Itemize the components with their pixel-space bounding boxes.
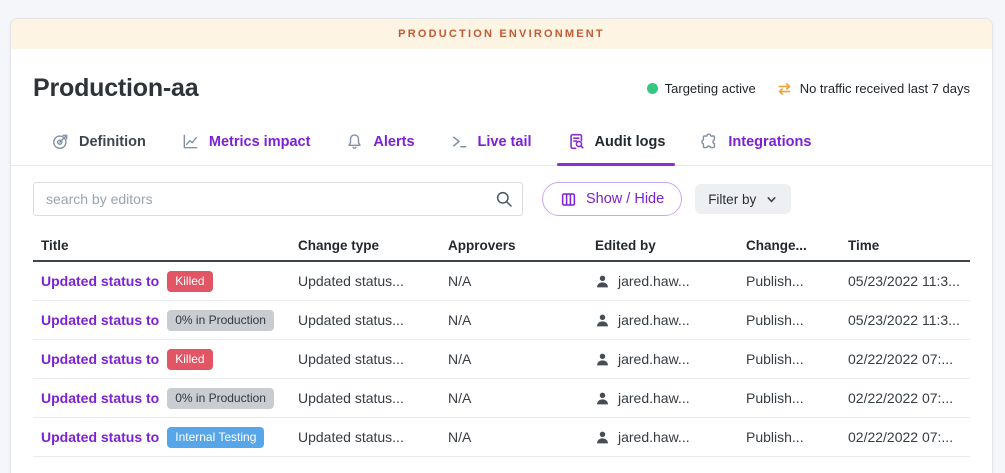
tab-alerts[interactable]: Alerts xyxy=(335,130,424,165)
table-row: Updated status to Killed Updated status.… xyxy=(33,262,970,301)
document-search-icon xyxy=(567,132,586,151)
edited-by-cell: jared.haw... xyxy=(595,429,746,445)
column-header-time: Time xyxy=(848,238,970,253)
row-title-link[interactable]: Updated status to xyxy=(41,390,159,406)
status-badge: Internal Testing xyxy=(167,427,264,448)
target-icon xyxy=(51,132,70,151)
approvers-cell: N/A xyxy=(448,351,595,367)
change-cell: Publish... xyxy=(746,312,848,328)
time-cell: 02/22/2022 07:... xyxy=(848,429,970,445)
tab-definition[interactable]: Definition xyxy=(41,130,156,165)
terminal-icon xyxy=(450,132,469,151)
table-header-row: Title Change type Approvers Edited by Ch… xyxy=(33,230,970,262)
edited-by-cell: jared.haw... xyxy=(595,351,746,367)
bell-icon xyxy=(345,132,364,151)
environment-card: PRODUCTION ENVIRONMENT Production-aa Tar… xyxy=(10,18,993,473)
person-icon xyxy=(595,313,610,328)
editor-name: jared.haw... xyxy=(618,351,690,367)
traffic-status: No traffic received last 7 days xyxy=(776,81,970,97)
row-title-link[interactable]: Updated status to xyxy=(41,351,159,367)
production-environment-banner: PRODUCTION ENVIRONMENT xyxy=(11,19,992,49)
editor-name: jared.haw... xyxy=(618,273,690,289)
tab-label: Integrations xyxy=(728,134,811,150)
row-title-link[interactable]: Updated status to xyxy=(41,429,159,445)
editor-name: jared.haw... xyxy=(618,312,690,328)
approvers-cell: N/A xyxy=(448,390,595,406)
banner-label: PRODUCTION ENVIRONMENT xyxy=(398,28,605,40)
column-header-change-type: Change type xyxy=(298,238,448,253)
edited-by-cell: jared.haw... xyxy=(595,312,746,328)
chevron-down-icon xyxy=(765,193,778,206)
tab-label: Metrics impact xyxy=(209,134,311,150)
tab-live-tail[interactable]: Live tail xyxy=(440,130,542,165)
table-row: Updated status to 0% in Production Updat… xyxy=(33,301,970,340)
status-badge: 0% in Production xyxy=(167,310,274,331)
change-type-cell: Updated status... xyxy=(298,429,448,445)
tab-bar: Definition Metrics impact Alerts xyxy=(11,130,992,166)
row-title-link[interactable]: Updated status to xyxy=(41,273,159,289)
change-cell: Publish... xyxy=(746,390,848,406)
search-wrapper xyxy=(33,182,523,216)
columns-icon xyxy=(560,191,577,208)
column-header-change: Change... xyxy=(746,238,848,253)
status-badge: Killed xyxy=(167,349,212,370)
change-type-cell: Updated status... xyxy=(298,351,448,367)
person-icon xyxy=(595,274,610,289)
change-type-cell: Updated status... xyxy=(298,312,448,328)
targeting-status: Targeting active xyxy=(647,81,756,96)
edited-by-cell: jared.haw... xyxy=(595,390,746,406)
change-type-cell: Updated status... xyxy=(298,273,448,289)
edited-by-cell: jared.haw... xyxy=(595,273,746,289)
approvers-cell: N/A xyxy=(448,429,595,445)
status-badge: 0% in Production xyxy=(167,388,274,409)
change-cell: Publish... xyxy=(746,351,848,367)
line-chart-icon xyxy=(181,132,200,151)
show-hide-label: Show / Hide xyxy=(586,191,664,207)
toolbar: Show / Hide Filter by xyxy=(33,182,970,216)
change-cell: Publish... xyxy=(746,273,848,289)
puzzle-icon xyxy=(700,132,719,151)
change-cell: Publish... xyxy=(746,429,848,445)
tab-label: Audit logs xyxy=(595,134,666,150)
person-icon xyxy=(595,352,610,367)
time-cell: 02/22/2022 07:... xyxy=(848,351,970,367)
status-badge: Killed xyxy=(167,271,212,292)
column-header-approvers: Approvers xyxy=(448,238,595,253)
targeting-status-label: Targeting active xyxy=(665,81,756,96)
filter-by-label: Filter by xyxy=(708,192,756,207)
editor-name: jared.haw... xyxy=(618,390,690,406)
status-indicators: Targeting active No traffic received las… xyxy=(647,81,970,97)
show-hide-button[interactable]: Show / Hide xyxy=(542,182,682,216)
column-header-title: Title xyxy=(33,238,298,253)
table-row: Updated status to Killed Updated status.… xyxy=(33,340,970,379)
traffic-arrows-icon xyxy=(776,81,793,97)
change-type-cell: Updated status... xyxy=(298,390,448,406)
tab-label: Alerts xyxy=(373,134,414,150)
person-icon xyxy=(595,430,610,445)
audit-logs-table: Title Change type Approvers Edited by Ch… xyxy=(33,230,970,457)
table-row: Updated status to 0% in Production Updat… xyxy=(33,379,970,418)
filter-by-button[interactable]: Filter by xyxy=(695,184,791,214)
row-title-link[interactable]: Updated status to xyxy=(41,312,159,328)
tab-label: Definition xyxy=(79,134,146,150)
page-title: Production-aa xyxy=(33,74,198,103)
table-row: Updated status to Internal Testing Updat… xyxy=(33,418,970,457)
tab-integrations[interactable]: Integrations xyxy=(690,130,821,165)
search-input[interactable] xyxy=(33,182,523,216)
green-dot-icon xyxy=(647,83,658,94)
time-cell: 05/23/2022 11:3... xyxy=(848,312,970,328)
tab-label: Live tail xyxy=(478,134,532,150)
traffic-status-label: No traffic received last 7 days xyxy=(800,81,970,96)
tab-audit-logs[interactable]: Audit logs xyxy=(557,130,676,165)
column-header-edited-by: Edited by xyxy=(595,238,746,253)
person-icon xyxy=(595,391,610,406)
editor-name: jared.haw... xyxy=(618,429,690,445)
approvers-cell: N/A xyxy=(448,312,595,328)
time-cell: 02/22/2022 07:... xyxy=(848,390,970,406)
time-cell: 05/23/2022 11:3... xyxy=(848,273,970,289)
approvers-cell: N/A xyxy=(448,273,595,289)
tab-metrics-impact[interactable]: Metrics impact xyxy=(171,130,321,165)
